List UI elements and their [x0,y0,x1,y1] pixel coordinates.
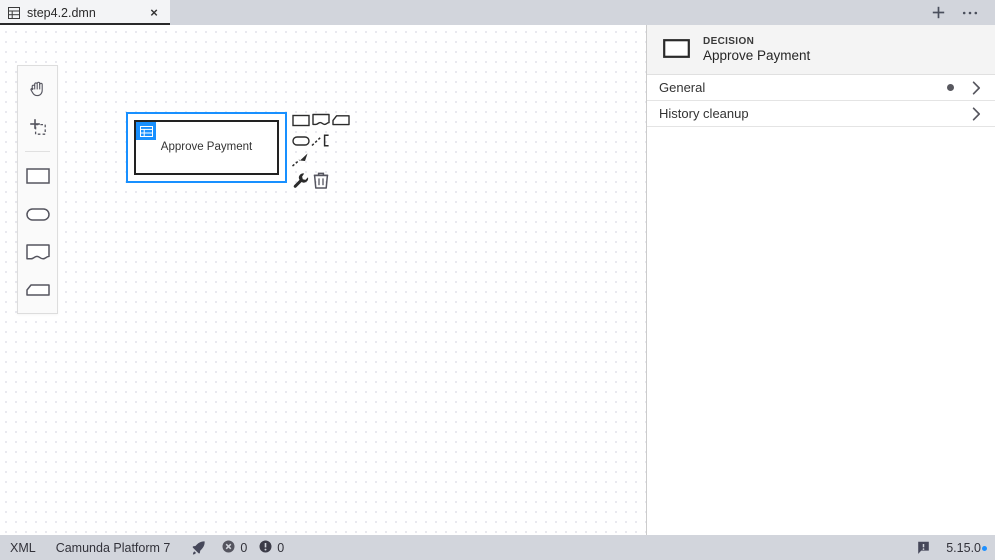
status-bar: XML Camunda Platform 7 0 0 5.15.0 [0,535,995,560]
properties-panel: DECISION Approve Payment General History… [646,25,995,535]
warning-count: 0 [277,540,285,555]
version-indicator[interactable]: 5.15.0 [940,541,995,555]
warning-count-badge[interactable]: 0 [253,540,290,556]
table-file-icon [8,6,20,19]
palette-separator [25,151,50,152]
chevron-right-icon [972,80,981,95]
hand-tool-icon[interactable] [18,70,57,108]
version-label: 5.15.0 [946,540,981,555]
context-pad-row [291,110,351,130]
context-pad [291,110,351,190]
deploy-rocket-icon[interactable] [180,535,216,560]
error-icon [222,540,235,556]
palette-tools-group [18,66,57,150]
create-input-data-icon[interactable] [18,195,57,233]
more-options-icon[interactable] [961,4,979,22]
close-icon[interactable]: × [147,6,161,20]
group-status-dot [947,84,954,91]
element-palette [17,65,58,314]
error-count-badge[interactable]: 0 [216,540,253,556]
main-area: Approve Payment DECISION Approve Payment… [0,25,995,535]
error-count: 0 [240,540,248,555]
connect-icon[interactable] [291,150,311,170]
decision-label: Approve Payment [160,140,253,153]
lasso-tool-icon[interactable] [18,108,57,146]
element-name-label: Approve Payment [703,48,811,63]
create-knowledge-source-icon[interactable] [18,233,57,271]
dmn-canvas[interactable]: Approve Payment [0,25,646,535]
warning-icon [259,540,272,556]
add-tab-button[interactable] [929,4,947,22]
tab-step4-2-dmn[interactable]: step4.2.dmn × [0,0,170,25]
properties-group-history-cleanup[interactable]: History cleanup [647,101,995,127]
notifications-flag-icon[interactable] [907,535,940,560]
tab-bar-spacer [170,0,929,25]
append-knowledge-source-icon[interactable] [311,110,331,130]
create-decision-icon[interactable] [18,157,57,195]
append-text-annotation-icon[interactable] [311,130,331,150]
group-label: History cleanup [659,106,749,121]
create-business-knowledge-model-icon[interactable] [18,271,57,309]
tab-bar: step4.2.dmn × [0,0,995,25]
app-window: step4.2.dmn × Approve Payment DECISION A… [0,0,995,560]
context-pad-row [291,170,351,190]
engine-profile-label: Camunda Platform 7 [55,540,171,555]
element-type-label: DECISION [703,36,755,47]
context-pad-row [291,150,351,170]
decision-rect-icon [663,38,690,61]
decision-table-icon[interactable] [136,122,156,140]
palette-elements-group [18,153,57,313]
properties-header: DECISION Approve Payment [647,25,995,75]
version-update-dot [982,545,987,551]
context-pad-row [291,130,351,150]
group-label: General [659,80,706,95]
xml-toggle-button[interactable]: XML [0,535,46,560]
tab-bar-actions [929,0,995,25]
properties-group-general[interactable]: General [647,75,995,101]
append-decision-icon[interactable] [291,110,311,130]
append-business-knowledge-model-icon[interactable] [331,110,351,130]
append-input-data-icon[interactable] [291,130,311,150]
chevron-right-icon [972,106,981,121]
delete-trash-icon[interactable] [311,170,331,190]
properties-header-text: DECISION Approve Payment [703,36,810,63]
tab-title: step4.2.dmn [27,5,96,20]
replace-wrench-icon[interactable] [291,170,311,190]
